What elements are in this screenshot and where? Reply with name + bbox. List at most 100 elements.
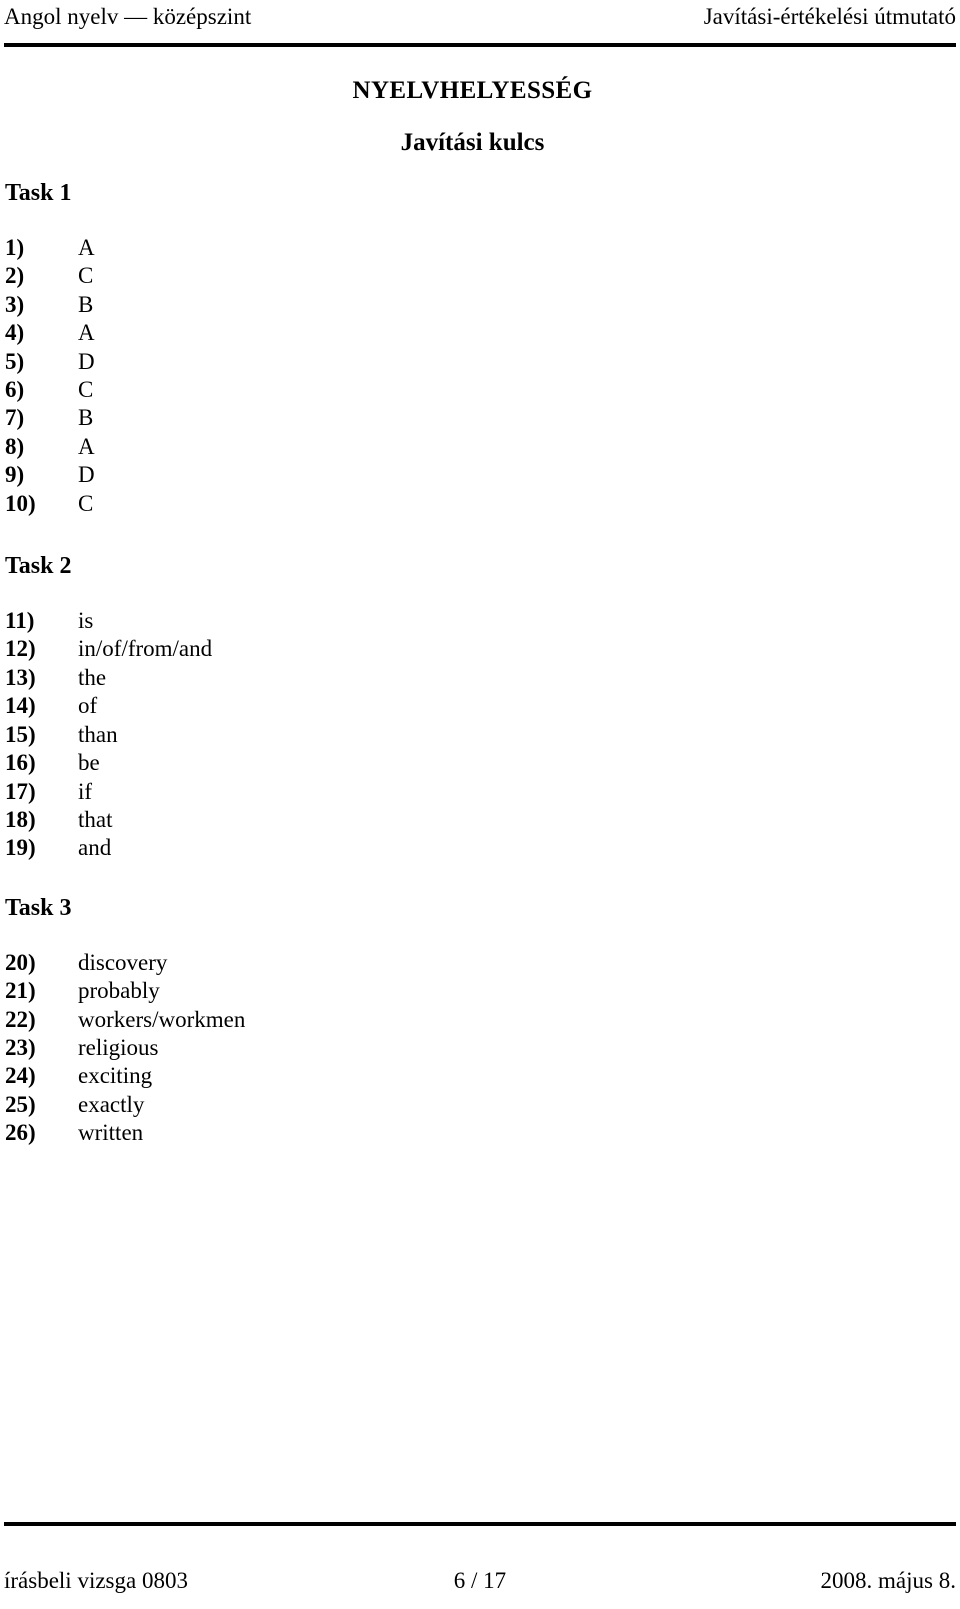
answer-value: D	[78, 462, 95, 488]
footer-divider-rule	[4, 1522, 956, 1527]
document-page: Angol nyelv — középszint Javítási-értéke…	[0, 0, 960, 1609]
answer-value: A	[78, 235, 95, 260]
answer-number: 15)	[5, 721, 36, 747]
answer-row: 20) discovery	[5, 949, 705, 977]
task-block-3: Task 3 20) discovery 21) probably 22) wo…	[5, 893, 705, 1148]
answer-row: 8) A	[5, 433, 705, 461]
answer-value: A	[78, 320, 95, 346]
page-footer: írásbeli vizsga 0803 6 / 17 2008. május …	[4, 1566, 956, 1598]
answer-value: discovery	[78, 949, 168, 975]
answer-number: 20)	[5, 949, 36, 975]
answer-value: B	[78, 405, 94, 431]
answer-value: C	[78, 263, 94, 289]
answer-row: 1) A	[5, 234, 705, 262]
answer-value: D	[78, 348, 95, 374]
answer-number: 18)	[5, 806, 36, 832]
answer-row: 24) exciting	[5, 1062, 705, 1090]
answer-row: 6) C	[5, 376, 705, 404]
answer-row: 14) of	[5, 692, 705, 720]
header-subject-label: Angol nyelv — középszint	[4, 4, 252, 29]
answer-number: 12)	[5, 636, 36, 662]
answer-number: 10)	[5, 490, 36, 516]
page-title: NYELVHELYESSÉG	[352, 77, 593, 104]
answer-value: exactly	[78, 1091, 145, 1117]
answer-number: 13)	[5, 664, 36, 690]
answer-number: 25)	[5, 1091, 36, 1117]
answer-row: 19) and	[5, 834, 705, 862]
answer-value: is	[78, 608, 94, 634]
answer-value: probably	[78, 978, 160, 1004]
task-heading-2: Task 2	[5, 553, 72, 580]
answer-number: 7)	[5, 405, 25, 431]
answer-row: 5) D	[5, 348, 705, 376]
title-block: NYELVHELYESSÉG Javítási kulcs	[0, 76, 945, 158]
header-divider-rule	[4, 43, 956, 48]
answer-number: 9)	[5, 462, 25, 488]
answer-number: 11)	[5, 608, 35, 634]
answer-number: 8)	[5, 433, 25, 459]
answer-list-task-2: 11) is 12) in/of/from/and 13) the 14) of…	[5, 607, 705, 863]
header-document-type-label: Javítási-értékelési útmutató	[703, 4, 956, 29]
answer-value: of	[78, 693, 98, 719]
answer-list-task-1: 1) A 2) C 3) B 4) A 5) D 6) C 7) B 8) A …	[5, 234, 705, 518]
answer-row: 25) exactly	[5, 1091, 705, 1119]
answer-number: 3)	[5, 291, 25, 317]
answer-number: 16)	[5, 750, 36, 776]
task-heading-3: Task 3	[5, 894, 72, 921]
answer-row: 4) A	[5, 319, 705, 347]
answer-value: that	[78, 806, 113, 832]
footer-page-number: 6 / 17	[453, 1568, 507, 1593]
answer-key-content: Task 1 1) A 2) C 3) B 4) A 5) D 6) C 7) …	[5, 178, 705, 1148]
answer-row: 18) that	[5, 806, 705, 834]
page-header: Angol nyelv — középszint Javítási-értéke…	[4, 2, 956, 36]
answer-value: and	[78, 835, 112, 861]
answer-row: 7) B	[5, 404, 705, 432]
answer-number: 17)	[5, 778, 36, 804]
answer-number: 5)	[5, 348, 25, 374]
answer-value: B	[78, 291, 94, 317]
answer-row: 2) C	[5, 262, 705, 290]
answer-number: 14)	[5, 693, 36, 719]
answer-number: 2)	[5, 263, 25, 289]
answer-value: exciting	[78, 1063, 153, 1089]
answer-value: religious	[78, 1034, 159, 1060]
answer-number: 24)	[5, 1063, 36, 1089]
answer-row: 16) be	[5, 749, 705, 777]
answer-value: C	[78, 490, 94, 516]
answer-number: 21)	[5, 978, 36, 1004]
answer-number: 4)	[5, 320, 25, 346]
answer-value: C	[78, 377, 94, 403]
answer-row: 26) written	[5, 1119, 705, 1147]
answer-row: 9) D	[5, 461, 705, 489]
answer-row: 21) probably	[5, 977, 705, 1005]
answer-row: 15) than	[5, 721, 705, 749]
task-block-1: Task 1 1) A 2) C 3) B 4) A 5) D 6) C 7) …	[5, 178, 705, 518]
page-subtitle: Javítási kulcs	[400, 129, 545, 156]
answer-row: 11) is	[5, 607, 705, 635]
answer-number: 22)	[5, 1006, 36, 1032]
answer-row: 13) the	[5, 664, 705, 692]
answer-value: the	[78, 664, 107, 690]
answer-value: in/of/from/and	[78, 636, 213, 662]
answer-number: 1)	[5, 235, 25, 260]
answer-number: 19)	[5, 835, 36, 861]
task-block-2: Task 2 11) is 12) in/of/from/and 13) the…	[5, 551, 705, 863]
answer-list-task-3: 20) discovery 21) probably 22) workers/w…	[5, 949, 705, 1148]
answer-row: 3) B	[5, 291, 705, 319]
answer-value: A	[78, 433, 95, 459]
answer-number: 23)	[5, 1034, 36, 1060]
answer-row: 22) workers/workmen	[5, 1006, 705, 1034]
answer-row: 17) if	[5, 778, 705, 806]
footer-exam-date: 2008. május 8.	[820, 1568, 956, 1593]
answer-row: 23) religious	[5, 1034, 705, 1062]
answer-value: written	[78, 1120, 144, 1146]
answer-value: if	[78, 778, 93, 804]
answer-value: be	[78, 750, 100, 776]
answer-value: workers/workmen	[78, 1006, 246, 1032]
task-heading-1: Task 1	[5, 180, 72, 206]
